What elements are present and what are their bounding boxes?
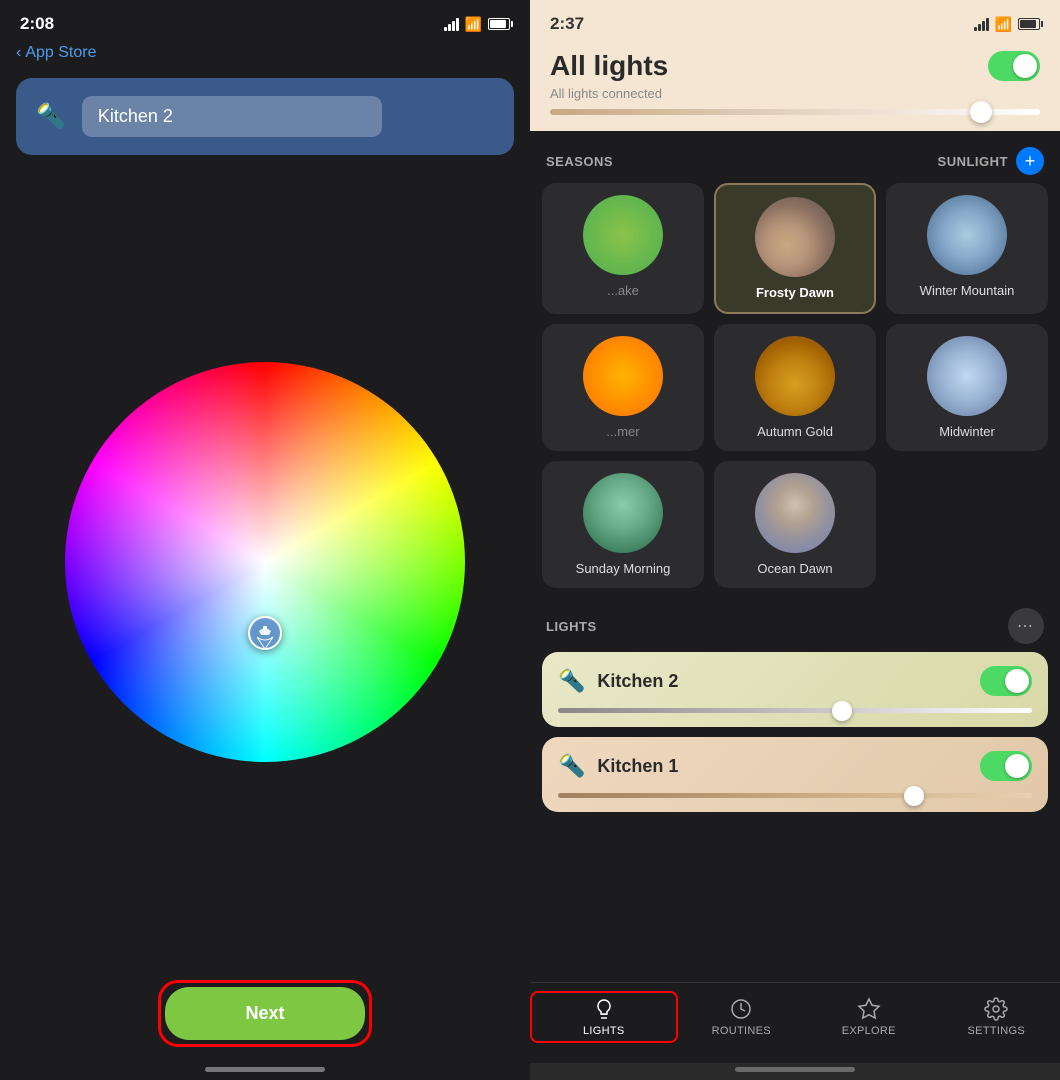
seasons-label: SEASONS: [546, 154, 613, 169]
kitchen2-brightness-slider[interactable]: [558, 708, 1032, 713]
light-name-kitchen1: Kitchen 1: [597, 756, 678, 777]
nav-item-settings[interactable]: SETTINGS: [933, 993, 1060, 1041]
nav-item-lights[interactable]: LIGHTS: [530, 991, 678, 1043]
nav-item-explore[interactable]: EXPLORE: [805, 993, 933, 1041]
next-button-highlight: Next: [158, 980, 371, 1047]
scene-card-frosty-dawn[interactable]: Frosty Dawn: [714, 183, 876, 314]
light-card-kitchen1-top: 🔦 Kitchen 1: [558, 751, 1032, 781]
next-button-area: Next: [0, 960, 530, 1067]
scene-name-autumn-gold: Autumn Gold: [757, 424, 833, 439]
all-lights-subtitle: All lights connected: [550, 86, 1040, 101]
scene-name-partial: ...ake: [607, 283, 639, 298]
scene-card-sunday-morning[interactable]: Sunday Morning: [542, 461, 704, 588]
light-bulb-icon-kitchen2: 🔦: [558, 668, 585, 694]
lights-section-header: LIGHTS ⋯: [530, 600, 1060, 652]
light-bulb-icon-kitchen1: 🔦: [558, 753, 585, 779]
status-bar-right: 2:37 📶: [530, 0, 1060, 42]
scene-image-autumn-gold: [755, 336, 835, 416]
color-picker-pin[interactable]: [247, 615, 283, 667]
scene-image-frosty-dawn: [755, 197, 835, 277]
light-name-kitchen2: Kitchen 2: [597, 671, 678, 692]
lights-nav-icon: [592, 997, 616, 1021]
kitchen1-brightness-slider[interactable]: [558, 793, 1032, 798]
kitchen1-brightness-thumb[interactable]: [904, 786, 924, 806]
scene-name-sunday-morning: Sunday Morning: [576, 561, 671, 576]
scene-name-midwinter: Midwinter: [939, 424, 995, 439]
lights-section-label: LIGHTS: [546, 619, 597, 634]
more-options-button[interactable]: ⋯: [1008, 608, 1044, 644]
scene-card-summer[interactable]: ...mer: [542, 324, 704, 451]
status-icons-right: 📶: [974, 16, 1040, 33]
bottom-nav: LIGHTS ROUTINES EXPLORE SETTINGS: [530, 982, 1060, 1063]
battery-icon-right: [1018, 18, 1040, 30]
light-card-kitchen2-top: 🔦 Kitchen 2: [558, 666, 1032, 696]
scene-name-ocean-dawn: Ocean Dawn: [757, 561, 832, 576]
light-header-card: 🔦: [16, 78, 514, 155]
kitchen2-toggle[interactable]: [980, 666, 1032, 696]
status-bar-left: 2:08 📶: [0, 0, 530, 40]
back-navigation[interactable]: ‹ App Store: [0, 40, 530, 70]
settings-nav-icon: [984, 997, 1008, 1021]
color-wheel-container[interactable]: [65, 163, 465, 960]
scene-card-autumn-gold[interactable]: Autumn Gold: [714, 324, 876, 451]
light-card-kitchen1[interactable]: 🔦 Kitchen 1: [542, 737, 1048, 812]
all-lights-toggle[interactable]: [988, 51, 1040, 81]
brightness-slider-container[interactable]: [550, 109, 1040, 115]
scene-name-summer: ...mer: [606, 424, 639, 439]
light-card-kitchen2[interactable]: 🔦 Kitchen 2: [542, 652, 1048, 727]
next-button[interactable]: Next: [165, 987, 364, 1040]
time-right: 2:37: [550, 14, 584, 34]
light-card-kitchen2-left: 🔦 Kitchen 2: [558, 668, 678, 694]
scene-name-winter-mountain: Winter Mountain: [920, 283, 1015, 298]
routines-nav-icon: [729, 997, 753, 1021]
wifi-icon: 📶: [465, 16, 482, 33]
back-label[interactable]: App Store: [25, 44, 96, 62]
scene-grid: ...ake Frosty Dawn Winter Mountain ...me…: [530, 183, 1060, 600]
add-scene-button[interactable]: +: [1016, 147, 1044, 175]
scene-image-ocean-dawn: [755, 473, 835, 553]
right-panel: 2:37 📶 All lights All lights connected: [530, 0, 1060, 1080]
explore-nav-label: EXPLORE: [842, 1025, 896, 1037]
light-bulb-header-icon: 🔦: [36, 102, 66, 131]
home-indicator-left: [205, 1067, 325, 1072]
wifi-icon-right: 📶: [995, 16, 1012, 33]
sunlight-label: SUNLIGHT: [938, 154, 1008, 169]
scene-card-winter-mountain[interactable]: Winter Mountain: [886, 183, 1048, 314]
all-lights-title: All lights: [550, 50, 668, 82]
nav-item-routines[interactable]: ROUTINES: [678, 993, 806, 1041]
signal-icon-right: [974, 18, 989, 31]
all-lights-title-row: All lights: [550, 50, 1040, 82]
light-card-kitchen1-left: 🔦 Kitchen 1: [558, 753, 678, 779]
home-indicator-right: [735, 1067, 855, 1072]
time-left: 2:08: [20, 14, 54, 34]
scene-image-midwinter: [927, 336, 1007, 416]
scene-card-partial[interactable]: ...ake: [542, 183, 704, 314]
scene-image-winter-mountain: [927, 195, 1007, 275]
explore-nav-icon: [857, 997, 881, 1021]
brightness-slider[interactable]: [550, 109, 1040, 115]
kitchen2-brightness-thumb[interactable]: [832, 701, 852, 721]
scroll-content[interactable]: SEASONS SUNLIGHT + ...ake Frosty Dawn Wi…: [530, 131, 1060, 982]
all-lights-header: All lights All lights connected: [530, 42, 1060, 131]
kitchen1-toggle[interactable]: [980, 751, 1032, 781]
scene-image-summer: [583, 336, 663, 416]
seasons-section-header: SEASONS SUNLIGHT +: [530, 131, 1060, 183]
scene-image-sunday-morning: [583, 473, 663, 553]
scene-name-frosty-dawn: Frosty Dawn: [756, 285, 834, 300]
settings-nav-label: SETTINGS: [968, 1025, 1025, 1037]
back-chevron-icon: ‹: [16, 44, 21, 62]
lights-nav-label: LIGHTS: [583, 1025, 625, 1037]
battery-icon: [488, 18, 510, 30]
brightness-thumb[interactable]: [970, 101, 992, 123]
routines-nav-label: ROUTINES: [712, 1025, 771, 1037]
left-panel: 2:08 📶 ‹ App Store 🔦: [0, 0, 530, 1080]
scene-card-ocean-dawn[interactable]: Ocean Dawn: [714, 461, 876, 588]
status-icons-left: 📶: [444, 16, 510, 33]
signal-icon: [444, 18, 459, 31]
light-name-input[interactable]: [82, 96, 382, 137]
scene-image-partial: [583, 195, 663, 275]
color-wheel[interactable]: [65, 362, 465, 762]
scene-card-midwinter[interactable]: Midwinter: [886, 324, 1048, 451]
